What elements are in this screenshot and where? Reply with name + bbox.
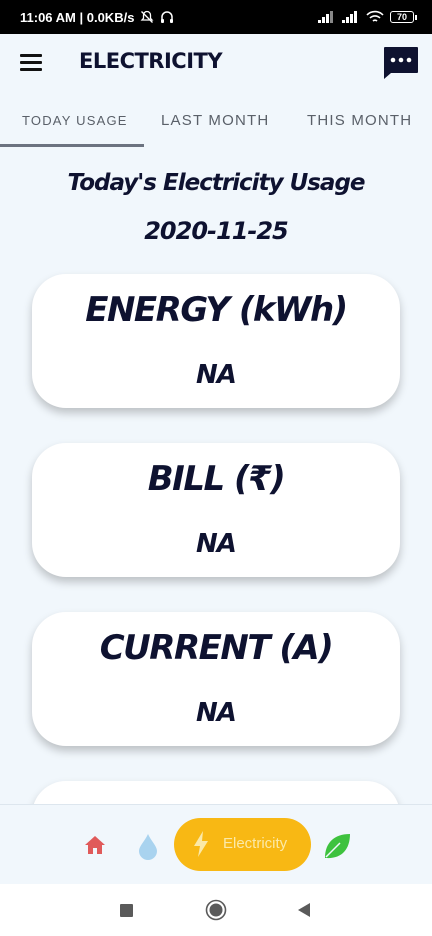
nav-item-label: Electricity: [223, 835, 288, 852]
mute-bell-icon: [140, 10, 154, 23]
app-bar: ELECTRICITY: [0, 34, 432, 92]
tab-active-indicator: [0, 144, 144, 147]
tab-this-month[interactable]: THIS MONTH: [307, 100, 412, 146]
battery-icon: 70: [390, 11, 417, 23]
hamburger-menu-icon[interactable]: [20, 54, 42, 72]
current-card: CURRENT (A) NA: [32, 612, 400, 746]
usage-heading: Today's Electricity Usage: [67, 170, 365, 196]
signal-icon: [318, 11, 333, 23]
home-icon[interactable]: [84, 835, 106, 855]
home-circle-icon[interactable]: [205, 899, 227, 921]
nav-item-electricity[interactable]: Electricity: [174, 818, 311, 871]
status-time-network: 11:06 AM | 0.0KB/s: [20, 9, 135, 25]
bottom-nav: Electricity: [0, 804, 432, 885]
card-value: NA: [196, 529, 237, 559]
bill-card: BILL (₹) NA: [32, 443, 400, 577]
status-bar: 11:06 AM | 0.0KB/s 70: [0, 0, 432, 34]
tab-bar: TODAY USAGE LAST MONTH THIS MONTH: [0, 100, 432, 148]
card-label: ENERGY (kWh): [85, 290, 348, 330]
system-nav-bar: [0, 884, 432, 936]
signal-icon: [342, 11, 357, 23]
card-label: CURRENT (A): [99, 628, 334, 668]
chat-bubble-icon[interactable]: [382, 46, 419, 80]
lightning-bolt-icon: [194, 831, 208, 857]
energy-card: ENERGY (kWh) NA: [32, 274, 400, 408]
card-value: NA: [196, 360, 237, 390]
card-value: NA: [196, 698, 237, 728]
card-label: BILL (₹): [147, 459, 286, 499]
tab-last-month[interactable]: LAST MONTH: [161, 100, 269, 146]
headphones-icon: [161, 11, 174, 23]
leaf-icon[interactable]: [322, 831, 352, 861]
water-drop-icon[interactable]: [137, 833, 159, 861]
tab-today-usage[interactable]: TODAY USAGE: [22, 100, 128, 146]
recent-apps-icon[interactable]: [120, 904, 133, 917]
back-triangle-icon[interactable]: [296, 902, 312, 918]
wifi-icon: [366, 10, 384, 22]
page-title: ELECTRICITY: [79, 49, 223, 73]
usage-date: 2020-11-25: [144, 217, 289, 245]
